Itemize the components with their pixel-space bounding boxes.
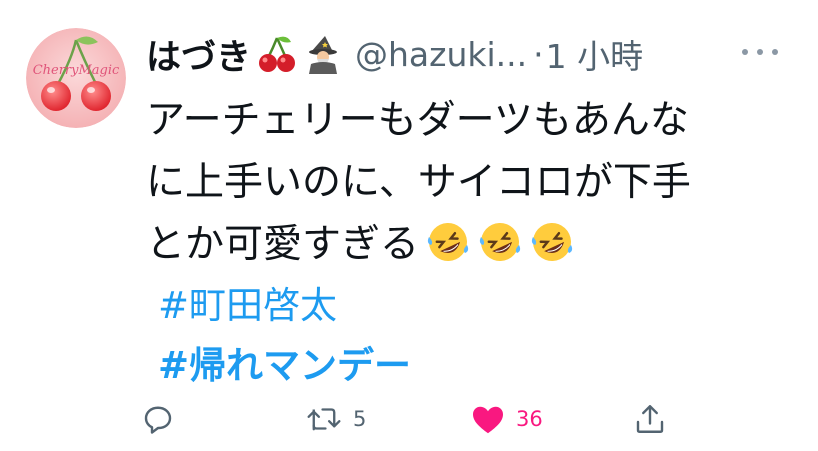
user-handle[interactable]: @hazuki...	[355, 35, 527, 74]
rolling-laughing-emoji-icon	[425, 219, 471, 265]
like-count: 36	[516, 407, 543, 431]
hashtag-link[interactable]: #町田啓太	[146, 276, 786, 336]
reply-icon	[144, 406, 172, 434]
tweet-text-line: アーチェリーもダーツもあんな	[146, 98, 689, 143]
retweet-count: 5	[353, 407, 367, 431]
retweet-button[interactable]: 5	[305, 395, 366, 443]
action-bar: 5 36	[140, 395, 680, 445]
cherry-emoji-icon	[257, 34, 297, 74]
hashtag-link[interactable]: #帰れマンデー	[146, 336, 786, 396]
like-button[interactable]: 36	[470, 395, 543, 443]
share-icon	[636, 405, 664, 433]
cherry-avatar-icon: CherryMagic	[26, 28, 126, 128]
rolling-laughing-emoji-icon	[477, 219, 523, 265]
tweet-text: アーチェリーもダーツもあんな に上手いのに、サイコロが下手 とか可愛すぎる #町…	[146, 90, 786, 396]
display-name[interactable]: はづき	[146, 29, 251, 80]
reply-button[interactable]	[140, 395, 176, 443]
tweet-text-line-last: とか可愛すぎる	[146, 214, 786, 276]
tweet-text-line: に上手いのに、サイコロが下手	[146, 160, 691, 205]
heart-icon	[473, 406, 503, 434]
avatar[interactable]: CherryMagic	[26, 28, 126, 128]
separator-dot: ·	[533, 34, 544, 74]
retweet-icon	[307, 408, 341, 431]
wizard-emoji-icon	[303, 34, 343, 74]
avatar-text: CherryMagic	[33, 63, 120, 78]
tweet-header: はづき @hazuki... · 1 小時	[146, 26, 786, 82]
tweet-text-line-content: とか可愛すぎる	[146, 222, 420, 267]
share-button[interactable]	[632, 395, 668, 443]
more-dots-icon[interactable]	[742, 40, 778, 64]
timestamp[interactable]: 1 小時	[546, 30, 644, 78]
rolling-laughing-emoji-icon	[529, 219, 575, 265]
